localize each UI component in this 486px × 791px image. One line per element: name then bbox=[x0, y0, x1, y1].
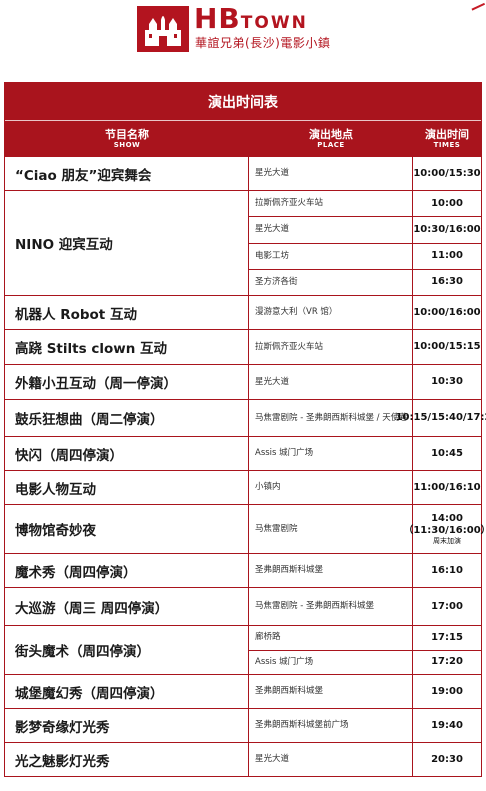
show-place: Assis 城门广场 bbox=[249, 437, 413, 470]
table-row: 电影人物互动 小镇内 11:00/16:10 bbox=[5, 470, 481, 504]
show-time: 17:15 bbox=[431, 631, 463, 643]
show-place: 漫游意大利（VR 馆） bbox=[249, 296, 413, 329]
show-name: 大巡游（周三 周四停演） bbox=[5, 588, 249, 625]
show-place: 圣弗朗西斯科城堡 bbox=[249, 554, 413, 587]
schedule-title: 演出时间表 bbox=[5, 83, 481, 121]
schedule-table: 演出时间表 节目名称 SHOW 演出地点 PLACE 演出时间 TIMES “C… bbox=[4, 82, 486, 777]
table-row: 快闪（周四停演） Assis 城门广场 10:45 bbox=[5, 436, 481, 470]
show-name: NINO 迎宾互动 bbox=[5, 191, 249, 295]
show-place: 圣方济各街 bbox=[249, 269, 413, 295]
show-place: 马焦雷剧院 - 圣弗朗西斯科城堡 bbox=[249, 588, 413, 625]
show-time: 16:30 bbox=[431, 276, 463, 288]
column-header-time: 演出时间 TIMES bbox=[425, 127, 469, 149]
show-place: 马焦雷剧院 - 圣弗朗西斯科城堡 / 天使巷 bbox=[249, 400, 413, 436]
column-header-show: 节目名称 SHOW bbox=[105, 127, 149, 149]
show-place: 拉斯佩齐亚火车站 bbox=[249, 191, 413, 217]
show-name: 电影人物互动 bbox=[5, 471, 249, 504]
table-row: 魔术秀（周四停演） 圣弗朗西斯科城堡 16:10 bbox=[5, 553, 481, 587]
show-place: 星光大道 bbox=[249, 743, 413, 776]
show-name: “Ciao 朋友”迎宾舞会 bbox=[5, 157, 249, 190]
show-name: 魔术秀（周四停演） bbox=[5, 554, 249, 587]
show-time: 10:30 bbox=[431, 376, 463, 387]
show-time: 10:00 bbox=[431, 197, 463, 209]
show-name: 高跷 Stilts clown 互动 bbox=[5, 330, 249, 364]
table-row: 光之魅影灯光秀 星光大道 20:30 bbox=[5, 742, 481, 776]
show-place: 星光大道 bbox=[249, 365, 413, 399]
show-name: 外籍小丑互动（周一停演） bbox=[5, 365, 249, 399]
show-name: 影梦奇缘灯光秀 bbox=[5, 709, 249, 742]
show-place: 廊桥路 bbox=[249, 626, 413, 650]
show-time: 10:00/15:15 bbox=[413, 341, 481, 352]
show-place: 马焦雷剧院 bbox=[249, 505, 413, 553]
show-place: 圣弗朗西斯科城堡前广场 bbox=[249, 709, 413, 742]
show-time: 17:00 bbox=[431, 600, 463, 612]
show-time: 11:00 bbox=[431, 250, 463, 262]
show-time: 17:20 bbox=[431, 656, 463, 668]
show-place: 小镇内 bbox=[249, 471, 413, 504]
show-place: 圣弗朗西斯科城堡 bbox=[249, 675, 413, 708]
header: HBTOWN 華誼兄弟(長沙)電影小鎮 bbox=[0, 0, 486, 62]
table-row: 高跷 Stilts clown 互动 拉斯佩齐亚火车站 10:00/15:15 bbox=[5, 329, 481, 364]
show-name: 博物馆奇妙夜 bbox=[5, 505, 249, 553]
show-time: 10:45 bbox=[431, 447, 463, 459]
table-row: 街头魔术（周四停演） 廊桥路 17:15 Assis 城门广场 17:20 bbox=[5, 625, 481, 674]
show-name: 机器人 Robot 互动 bbox=[5, 296, 249, 329]
table-row: 博物馆奇妙夜 马焦雷剧院 14:00 （11:30/16:00） 周末加演 bbox=[5, 504, 486, 553]
column-headers: 节目名称 SHOW 演出地点 PLACE 演出时间 TIMES bbox=[5, 121, 481, 156]
show-place: 拉斯佩齐亚火车站 bbox=[249, 330, 413, 364]
show-time: 14:00 （11:30/16:00） 周末加演 bbox=[403, 513, 486, 545]
show-name: 光之魅影灯光秀 bbox=[5, 743, 249, 776]
corner-decoration bbox=[468, 0, 486, 11]
table-row: 鼓乐狂想曲（周二停演） 马焦雷剧院 - 圣弗朗西斯科城堡 / 天使巷 10:15… bbox=[5, 399, 486, 436]
show-name: 快闪（周四停演） bbox=[5, 437, 249, 470]
show-time: 11:00/16:10 bbox=[413, 481, 481, 493]
castle-logo-icon bbox=[137, 6, 189, 52]
show-time: 10:00/16:00 bbox=[413, 306, 481, 318]
table-row: 城堡魔幻秀（周四停演） 圣弗朗西斯科城堡 19:00 bbox=[5, 674, 481, 708]
table-row: 机器人 Robot 互动 漫游意大利（VR 馆） 10:00/16:00 bbox=[5, 295, 481, 329]
show-place: 星光大道 bbox=[249, 217, 413, 243]
table-row: 外籍小丑互动（周一停演） 星光大道 10:30 bbox=[5, 364, 481, 399]
show-time: 10:15/15:40/17:20 bbox=[395, 412, 486, 423]
show-place: Assis 城门广场 bbox=[249, 650, 413, 674]
show-time: 10:00/15:30 bbox=[413, 167, 481, 179]
table-row: “Ciao 朋友”迎宾舞会 星光大道 10:00/15:30 bbox=[5, 156, 481, 190]
show-place: 星光大道 bbox=[249, 157, 413, 190]
show-time: 19:00 bbox=[431, 685, 463, 697]
show-time: 20:30 bbox=[431, 753, 463, 765]
table-row: 大巡游（周三 周四停演） 马焦雷剧院 - 圣弗朗西斯科城堡 17:00 bbox=[5, 587, 481, 625]
show-name: 城堡魔幻秀（周四停演） bbox=[5, 675, 249, 708]
show-time: 10:30/16:00 bbox=[413, 223, 481, 235]
brand-subtitle: 華誼兄弟(長沙)電影小鎮 bbox=[195, 36, 331, 50]
table-row: NINO 迎宾互动 拉斯佩齐亚火车站 10:00 星光大道 10:30/16:00 … bbox=[5, 190, 481, 295]
show-place: 电影工坊 bbox=[249, 243, 413, 269]
column-header-place: 演出地点 PLACE bbox=[309, 127, 353, 149]
table-row: 影梦奇缘灯光秀 圣弗朗西斯科城堡前广场 19:40 bbox=[5, 708, 481, 742]
show-name: 街头魔术（周四停演） bbox=[5, 626, 249, 674]
show-time: 16:10 bbox=[431, 564, 463, 576]
show-time: 19:40 bbox=[431, 719, 463, 731]
show-name: 鼓乐狂想曲（周二停演） bbox=[5, 400, 249, 436]
brand-wordmark: HBTOWN bbox=[194, 2, 308, 35]
